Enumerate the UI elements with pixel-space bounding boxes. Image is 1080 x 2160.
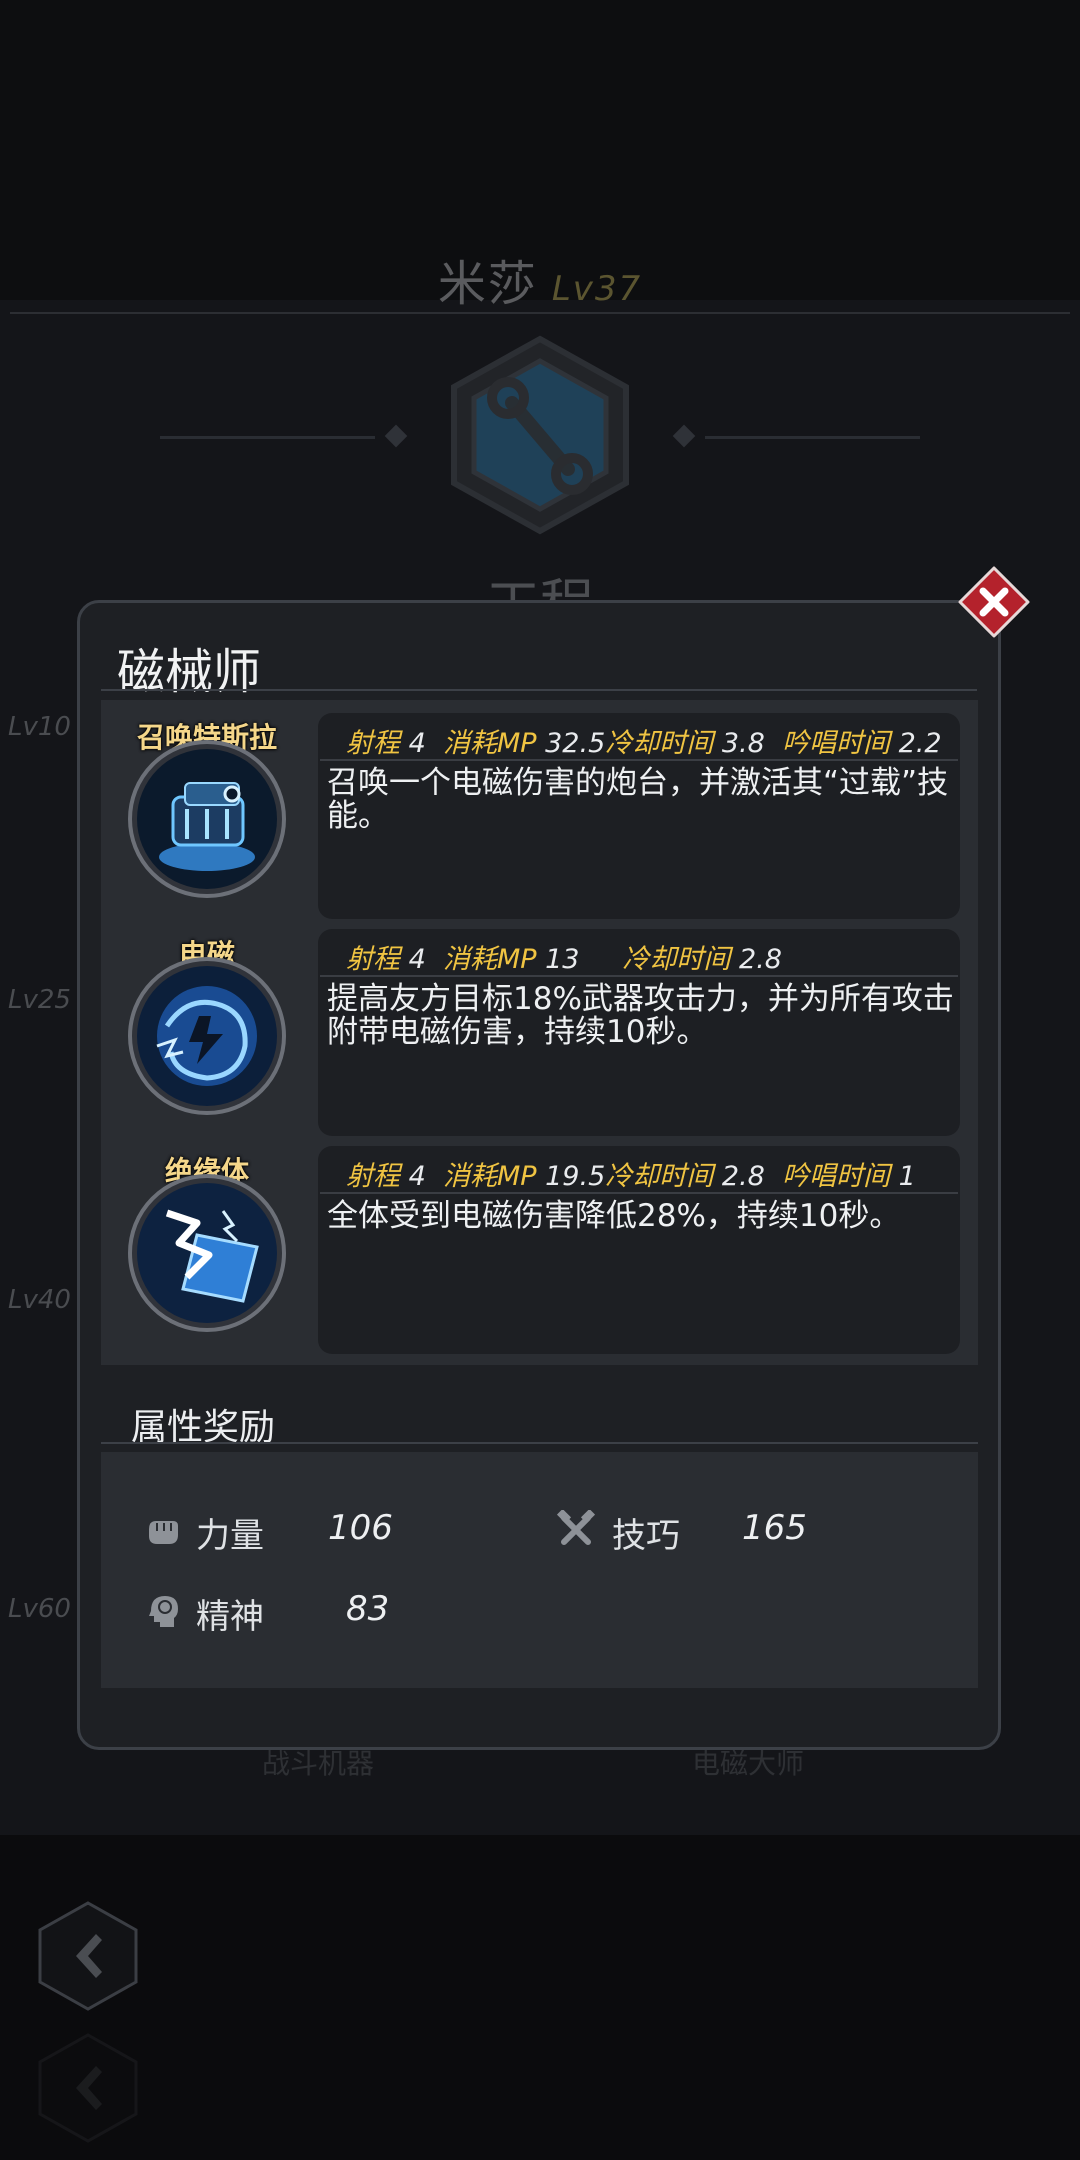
back-button-secondary[interactable] [36, 2032, 140, 2144]
stat-range: 4 [408, 728, 426, 759]
attr-label-strength: 力量 [196, 1516, 264, 1556]
stats-divider [320, 1192, 958, 1194]
stat-label-mp: 消耗MP [442, 728, 537, 759]
skill-stats: 射程 4 消耗MP 19.5冷却时间 2.8 吟唱时间 1 [346, 1154, 916, 1193]
stats-divider [320, 975, 958, 977]
class-wrench-icon [451, 335, 629, 535]
header-divider [10, 312, 1070, 314]
close-button[interactable] [958, 566, 1030, 638]
level-marker: Lv10 [8, 712, 71, 742]
ornament-diamond-left [384, 424, 408, 448]
stat-label-range: 射程 [346, 1161, 400, 1192]
stat-label-mp: 消耗MP [442, 1161, 537, 1192]
stats-divider [320, 759, 958, 761]
bonus-panel [101, 1452, 978, 1688]
attr-value-spirit: 83 [346, 1589, 390, 1629]
skill-stats: 射程 4 消耗MP 32.5冷却时间 3.8 吟唱时间 2.2 [346, 721, 942, 760]
skill-stats: 射程 4 消耗MP 13 冷却时间 2.8 [346, 937, 782, 976]
stat-mp: 19.5 [545, 1161, 606, 1192]
dialog-title: 磁械师 [117, 644, 262, 700]
ornament-line-right [705, 436, 920, 439]
level-marker: Lv25 [8, 985, 71, 1015]
bottom-area [0, 1835, 1080, 2160]
level-marker: Lv40 [8, 1285, 71, 1315]
ornament-diamond-right [672, 424, 696, 448]
title-divider [101, 689, 977, 691]
insulator-shield-icon[interactable] [127, 1173, 287, 1333]
stat-cast: 1 [898, 1161, 916, 1192]
skill-card: 射程 4 消耗MP 32.5冷却时间 3.8 吟唱时间 2.2 召唤一个电磁伤害… [318, 713, 960, 919]
level-marker: Lv60 [8, 1594, 71, 1624]
back-button[interactable] [36, 1900, 140, 2012]
stat-cooldown: 3.8 [721, 728, 765, 759]
stat-label-cast: 吟唱时间 [781, 728, 890, 759]
character-title: 米莎 Lv37 [0, 244, 1080, 314]
head-brain-icon [149, 1596, 178, 1627]
fist-icon [149, 1521, 178, 1544]
stat-label-cast: 吟唱时间 [781, 1161, 890, 1192]
skill-card: 射程 4 消耗MP 13 冷却时间 2.8 提高友方目标18%武器攻击力，并为所… [318, 929, 960, 1136]
stat-label-range: 射程 [346, 944, 400, 975]
attr-value-strength: 106 [328, 1508, 393, 1548]
stat-range: 4 [408, 1161, 426, 1192]
character-name: 米莎 [437, 256, 538, 312]
tesla-turret-icon[interactable] [127, 739, 287, 899]
character-level: Lv37 [551, 269, 643, 309]
stat-label-cooldown: 冷却时间 [605, 1161, 714, 1192]
skill-description: 全体受到电磁伤害降低28%，持续10秒。 [327, 1198, 901, 1234]
stat-range: 4 [408, 944, 426, 975]
attr-label-skill: 技巧 [612, 1516, 680, 1556]
electromagnetic-aura-icon[interactable] [127, 956, 287, 1116]
skill-card: 射程 4 消耗MP 19.5冷却时间 2.8 吟唱时间 1 全体受到电磁伤害降低… [318, 1146, 960, 1354]
attr-label-spirit: 精神 [196, 1597, 264, 1637]
stat-label-mp: 消耗MP [442, 944, 537, 975]
crossed-tools-icon [556, 1510, 596, 1545]
stat-cooldown: 2.8 [739, 944, 782, 975]
skill-description: 召唤一个电磁伤害的炮台，并激活其“过载”技能。 [327, 765, 949, 834]
ornament-line-left [160, 436, 375, 439]
bonus-divider [101, 1442, 978, 1444]
stat-cooldown: 2.8 [721, 1161, 765, 1192]
skill-description: 提高友方目标18%武器攻击力，并为所有攻击附带电磁伤害，持续10秒。 [327, 981, 954, 1050]
stat-mp: 32.5 [545, 728, 606, 759]
stat-cast: 2.2 [898, 728, 942, 759]
stat-label-range: 射程 [346, 728, 400, 759]
stat-mp: 13 [545, 944, 580, 975]
attr-value-skill: 165 [742, 1508, 807, 1548]
stat-label-cooldown: 冷却时间 [622, 944, 731, 975]
stat-label-cooldown: 冷却时间 [605, 728, 714, 759]
